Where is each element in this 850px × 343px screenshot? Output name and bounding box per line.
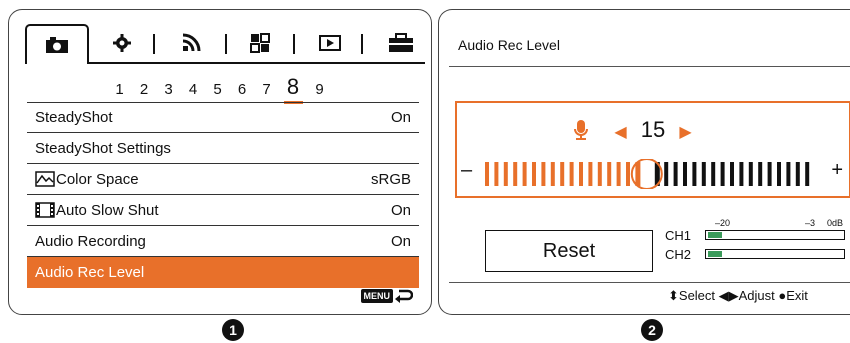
menu-item-audio-recording[interactable]: Audio Recording On <box>27 226 419 257</box>
level-tick <box>664 162 669 186</box>
level-slider[interactable] <box>485 159 815 189</box>
level-tick <box>701 162 706 186</box>
page-number[interactable]: 5 <box>213 81 222 98</box>
level-tick <box>513 162 518 186</box>
level-tick <box>522 162 527 186</box>
level-adjuster[interactable]: ◀ 15 ▶ – + <box>455 101 850 198</box>
level-tick <box>532 162 536 186</box>
meter-scale-label: –20 <box>715 218 731 228</box>
level-tick <box>786 162 791 186</box>
page-number[interactable]: 4 <box>189 81 198 98</box>
tab-setup[interactable] <box>381 24 421 62</box>
menu-item-steadyshot[interactable]: SteadyShot On <box>27 102 419 133</box>
page-number[interactable]: 3 <box>164 81 173 98</box>
menu-item-label: SteadyShot Settings <box>35 139 171 157</box>
level-tick <box>485 162 489 186</box>
tab-camera[interactable] <box>25 24 89 64</box>
menu-item-color-space[interactable]: Color Space sRGB <box>27 164 419 195</box>
callout-number-2: 2 <box>641 319 663 341</box>
tab-settings[interactable] <box>105 24 139 62</box>
minus-sign: – <box>461 159 473 181</box>
page-number[interactable]: 2 <box>140 81 149 98</box>
level-tick <box>795 162 800 186</box>
menu-item-value: On <box>390 201 411 219</box>
tab-playback[interactable] <box>313 24 347 62</box>
meter-scale-label: –3 <box>805 218 816 228</box>
menu-item-steadyshot-settings[interactable]: SteadyShot Settings <box>27 133 419 164</box>
grid-icon <box>250 33 270 53</box>
level-tick <box>692 162 697 186</box>
level-tick <box>616 162 621 186</box>
toolbox-icon <box>389 33 413 52</box>
page-indicator: 1 2 3 4 5 6 7 8 9 <box>9 74 431 104</box>
level-tick <box>758 162 763 186</box>
reset-button[interactable]: Reset <box>485 230 653 272</box>
level-tick <box>683 162 687 186</box>
level-tick <box>720 162 725 186</box>
menu-item-label: Color Space <box>56 170 139 188</box>
menu-item-label: Audio Recording <box>35 232 146 250</box>
level-tick <box>579 162 583 186</box>
network-icon <box>182 33 201 52</box>
decrease-arrow-icon[interactable]: ◀ <box>614 124 626 141</box>
tab-bar <box>25 24 425 64</box>
plus-sign: + <box>831 159 843 181</box>
menu-badge: MENU <box>360 289 393 303</box>
level-tick <box>550 162 555 186</box>
gear-icon <box>113 34 131 52</box>
level-tick <box>494 162 499 186</box>
page-number[interactable]: 6 <box>238 81 247 98</box>
page-number[interactable]: 9 <box>315 81 324 98</box>
menu-back-hint[interactable]: MENU <box>360 288 413 304</box>
level-tick <box>748 162 753 186</box>
menu-item-auto-slow-shut[interactable]: Auto Slow Shut On <box>27 195 419 226</box>
menu-item-audio-rec-level[interactable]: Audio Rec Level <box>27 257 419 288</box>
ch1-label: CH1 <box>665 228 692 243</box>
tab-network[interactable] <box>175 24 209 62</box>
ch2-meter <box>705 249 845 259</box>
page-number[interactable]: 7 <box>262 81 271 98</box>
ch2-label: CH2 <box>665 247 692 262</box>
level-tick <box>560 162 565 186</box>
menu-item-label: SteadyShot <box>35 109 113 126</box>
level-tick <box>569 162 574 186</box>
color-space-icon <box>35 171 55 187</box>
level-tick <box>805 162 810 186</box>
level-tick <box>711 162 716 186</box>
callout-number-1: 1 <box>222 319 244 341</box>
level-tick <box>541 162 546 186</box>
level-value: 15 <box>640 117 666 142</box>
audio-level-panel: Audio Rec Level ◀ 15 ▶ – + Reset –20 –3 … <box>438 9 850 315</box>
level-tick <box>597 162 602 186</box>
camera-icon <box>46 37 68 53</box>
level-tick <box>673 162 678 186</box>
level-tick <box>588 162 593 186</box>
menu-list: SteadyShot On SteadyShot Settings Color … <box>27 102 419 288</box>
film-icon <box>35 202 55 218</box>
level-tick <box>730 162 734 186</box>
increase-arrow-icon[interactable]: ▶ <box>679 124 691 141</box>
menu-panel: 1 2 3 4 5 6 7 8 9 SteadyShot On SteadySh… <box>8 9 432 315</box>
playback-icon <box>319 35 341 51</box>
page-number[interactable]: 1 <box>115 81 124 98</box>
menu-item-value: On <box>390 232 411 250</box>
level-tick <box>607 162 612 186</box>
ch1-meter <box>705 230 845 240</box>
menu-item-value: On <box>390 109 411 126</box>
menu-item-label: Audio Rec Level <box>35 264 145 281</box>
level-tick <box>626 162 630 186</box>
meter-scale-label: 0dB <box>827 218 844 228</box>
tab-custom[interactable] <box>243 24 277 62</box>
page-title: Audio Rec Level <box>458 37 560 53</box>
level-tick <box>777 162 781 186</box>
level-tick <box>503 162 508 186</box>
menu-item-label: Auto Slow Shut <box>56 201 159 219</box>
level-tick <box>739 162 744 186</box>
button-help: ⬍Select ◀▶Adjust ●Exit <box>668 288 808 303</box>
current-page-number[interactable]: 8 <box>283 74 304 104</box>
return-icon <box>395 289 413 303</box>
level-tick <box>635 162 641 186</box>
menu-item-value: sRGB <box>370 170 411 188</box>
level-tick <box>767 162 772 186</box>
